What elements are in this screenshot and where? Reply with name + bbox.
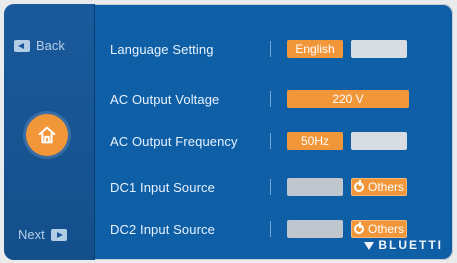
dc2-source-option-1[interactable] [287, 220, 343, 238]
dc1-input-source-label: DC1 Input Source [110, 179, 215, 195]
dc2-source-others-label: Others [367, 222, 404, 236]
ac-voltage-option[interactable]: 220 V [287, 90, 409, 108]
setting-row-ac-voltage: AC Output Voltage 220 V [110, 88, 443, 110]
home-button[interactable] [26, 114, 68, 156]
back-button[interactable]: Back [14, 38, 65, 53]
dc1-source-option-others[interactable]: Others [351, 178, 407, 196]
power-icon [353, 222, 364, 234]
row-separator [270, 133, 271, 149]
setting-row-dc2-source: DC2 Input Source Others [110, 218, 443, 240]
ac-frequency-option-2[interactable] [351, 132, 407, 150]
next-button[interactable]: Next [18, 227, 67, 242]
dc1-source-options: Others [287, 178, 407, 196]
brand-logo: BLUETTI [364, 238, 443, 252]
language-option-english[interactable]: English [287, 40, 343, 58]
language-setting-label: Language Setting [110, 41, 214, 57]
language-option-2[interactable] [351, 40, 407, 58]
next-label: Next [18, 227, 45, 242]
ac-voltage-options: 220 V [287, 90, 409, 108]
dc2-source-option-others[interactable]: Others [351, 220, 407, 238]
home-icon [38, 126, 56, 144]
setting-row-language: Language Setting English [110, 38, 443, 60]
next-icon [50, 228, 67, 241]
language-options: English [287, 40, 407, 58]
dc2-input-source-label: DC2 Input Source [110, 221, 215, 237]
setting-row-ac-frequency: AC Output Frequency 50Hz [110, 130, 443, 152]
setting-row-dc1-source: DC1 Input Source Others [110, 176, 443, 198]
row-separator [270, 91, 271, 107]
back-icon [14, 39, 30, 52]
power-icon [353, 180, 364, 192]
row-separator [270, 221, 271, 237]
brand-mark-icon [364, 242, 375, 250]
brand-name: BLUETTI [378, 238, 443, 252]
row-separator [270, 179, 271, 195]
dc1-source-others-label: Others [367, 180, 404, 194]
device-screen: Back Next Language Setting English AC Ou… [4, 4, 453, 260]
ac-frequency-options: 50Hz [287, 132, 407, 150]
settings-panel: Language Setting English AC Output Volta… [94, 4, 453, 260]
sidebar: Back Next [4, 4, 95, 260]
back-label: Back [36, 38, 65, 53]
ac-output-frequency-label: AC Output Frequency [110, 133, 238, 149]
dc1-source-option-1[interactable] [287, 178, 343, 196]
dc2-source-options: Others [287, 220, 407, 238]
ac-output-voltage-label: AC Output Voltage [110, 91, 220, 107]
ac-frequency-option-50hz[interactable]: 50Hz [287, 132, 343, 150]
row-separator [270, 41, 271, 57]
